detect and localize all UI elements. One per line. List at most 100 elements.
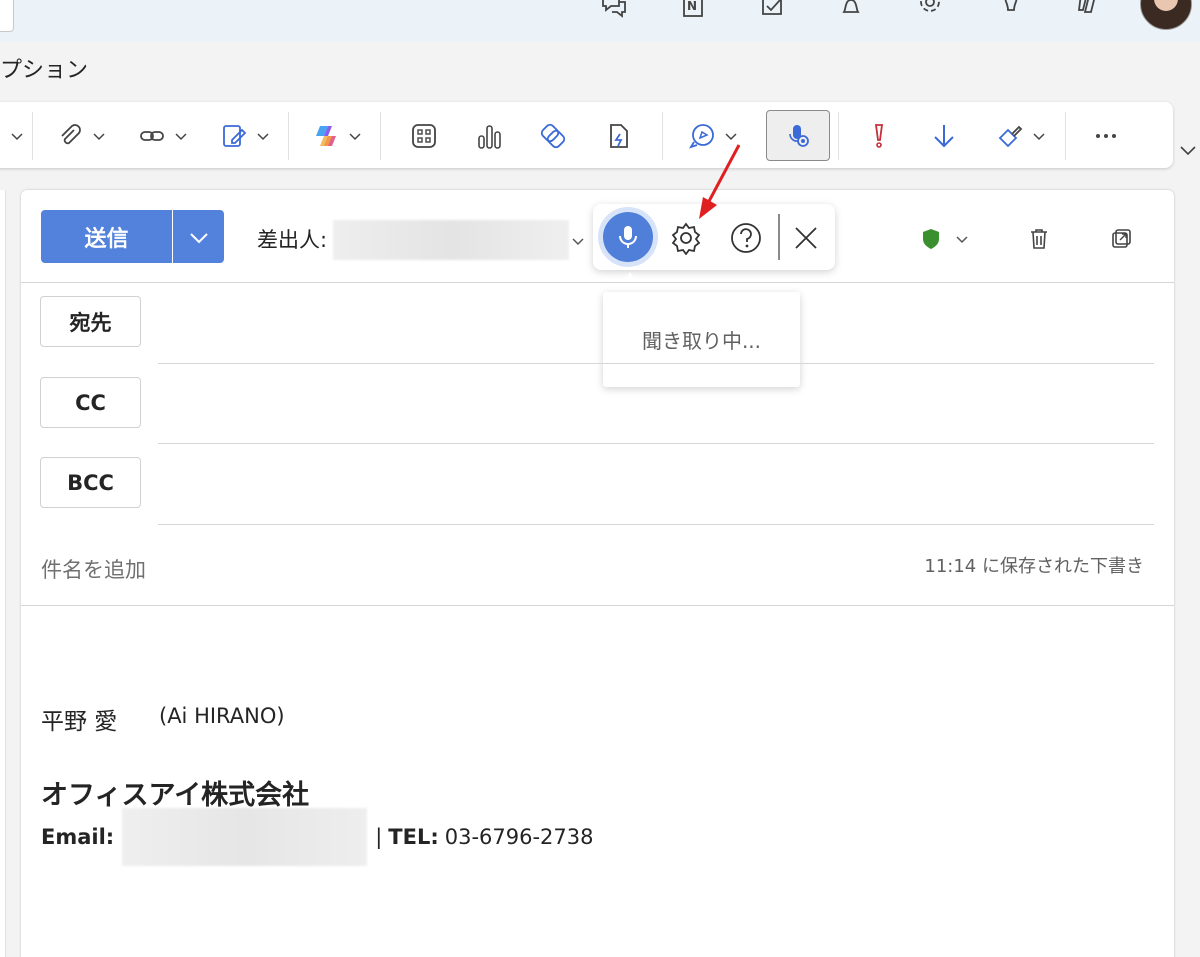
chevron-down-icon: [257, 133, 269, 141]
attach-icon: [61, 124, 81, 145]
pop-out-button[interactable]: [1109, 224, 1133, 254]
format-painter-button[interactable]: [996, 118, 1046, 154]
bcc-field-underline: [158, 524, 1154, 525]
compose-pane: 送信 差出人: 聞き取り中... 宛先 CC BCC 件名を追加 11:14 に…: [21, 190, 1174, 957]
todo-icon[interactable]: [756, 0, 790, 24]
link-icon: [140, 131, 164, 141]
ribbon-divider: [380, 112, 381, 160]
send-button[interactable]: 送信: [41, 210, 172, 263]
search-box[interactable]: [0, 0, 14, 32]
trash-icon: [1031, 229, 1047, 249]
bcc-button[interactable]: BCC: [40, 457, 141, 508]
signature-company: オフィスアイ株式会社: [41, 780, 310, 811]
contact-separator: |: [375, 825, 383, 849]
signature-button[interactable]: [220, 118, 270, 154]
onenote-icon[interactable]: N: [676, 0, 710, 24]
chevron-down-icon: [93, 133, 105, 141]
listening-tooltip: 聞き取り中...: [603, 292, 800, 387]
listening-status: 聞き取り中...: [641, 329, 762, 353]
copilot-icon[interactable]: [1071, 0, 1105, 24]
cc-field-underline: [158, 443, 1154, 444]
sensitivity-button[interactable]: [919, 224, 969, 254]
ribbon-dropdown[interactable]: [2, 118, 24, 154]
bell-icon[interactable]: [834, 0, 868, 24]
to-button[interactable]: 宛先: [40, 296, 141, 347]
chevron-down-icon: [349, 133, 361, 141]
send-button-label: 送信: [84, 226, 129, 252]
loop-button[interactable]: [539, 118, 567, 154]
help-icon: [731, 223, 761, 253]
apps-icon: [412, 124, 436, 148]
more-icon: [1096, 134, 1116, 138]
tel-label: TEL:: [388, 825, 439, 849]
ribbon-divider: [1065, 112, 1066, 160]
gear-icon[interactable]: [913, 0, 947, 24]
bcc-label: BCC: [67, 470, 114, 495]
copilot-button[interactable]: [312, 118, 362, 154]
loop-icon: [540, 123, 566, 149]
dictation-help-button[interactable]: [729, 221, 763, 255]
copilot-icon: [316, 126, 336, 146]
quick-parts-icon: [610, 124, 628, 148]
email-redacted: [122, 808, 368, 866]
to-field-underline: [158, 363, 1154, 364]
header-divider: [21, 282, 1174, 283]
lightbulb-icon[interactable]: [993, 0, 1027, 24]
svg-text:N: N: [687, 0, 697, 13]
tel-number: 03-6796-2738: [444, 825, 594, 849]
low-importance-button[interactable]: [930, 118, 958, 154]
format-painter-icon: [998, 125, 1023, 148]
tab-options[interactable]: プション: [0, 52, 88, 88]
chevron-down-icon: [189, 232, 208, 243]
chevron-down-icon: [956, 236, 968, 244]
message-list-edge: [0, 190, 6, 957]
more-options-button[interactable]: [1092, 118, 1120, 154]
draft-saved-status: 11:14 に保存された下書き: [924, 556, 1144, 577]
close-icon: [795, 227, 817, 249]
feedback-icon[interactable]: [597, 0, 631, 24]
cc-label: CC: [75, 390, 106, 415]
shield-icon: [923, 229, 939, 249]
avatar[interactable]: [1140, 0, 1192, 30]
tab-options-label: プション: [0, 58, 89, 83]
dictation-divider: [778, 214, 780, 260]
top-header: N: [0, 0, 1200, 42]
link-button[interactable]: [138, 118, 188, 154]
quick-parts-button[interactable]: [605, 118, 633, 154]
gear-icon: [671, 222, 701, 255]
from-address-redacted[interactable]: [333, 220, 569, 260]
dictation-mic-button[interactable]: [603, 212, 653, 262]
signature-icon: [223, 125, 247, 147]
attach-button[interactable]: [56, 118, 106, 154]
signature-contact-line: Email: | TEL: 03-6796-2738: [41, 808, 594, 866]
signature-name-roman: (Ai HIRANO): [159, 704, 285, 728]
to-label: 宛先: [69, 310, 112, 335]
cc-button[interactable]: CC: [40, 377, 141, 428]
pop-out-icon: [1112, 229, 1131, 248]
signature-name: 平野 愛: [41, 709, 118, 735]
low-importance-icon: [934, 125, 954, 148]
dictation-settings-button[interactable]: [669, 221, 703, 255]
from-label: 差出人:: [257, 228, 328, 252]
poll-button[interactable]: [476, 118, 504, 154]
chevron-down-icon: [1033, 133, 1045, 141]
chevron-down-icon: [175, 133, 187, 141]
microphone-icon: [619, 226, 637, 248]
dictation-close-button[interactable]: [789, 221, 823, 255]
ribbon-divider: [288, 112, 289, 160]
chevron-down-icon[interactable]: [571, 234, 585, 248]
poll-icon: [478, 125, 501, 149]
dictate-button[interactable]: [766, 110, 830, 161]
high-importance-button[interactable]: [865, 118, 893, 154]
ribbon-divider: [838, 112, 839, 160]
ribbon-expand-icon[interactable]: [1178, 140, 1198, 160]
ribbon-divider: [662, 112, 663, 160]
discard-button[interactable]: [1027, 224, 1051, 254]
apps-button[interactable]: [410, 118, 438, 154]
send-options-button[interactable]: [173, 210, 224, 263]
annotation-arrow-icon: [699, 144, 741, 219]
email-label: Email:: [41, 825, 115, 849]
subject-input[interactable]: 件名を追加: [41, 554, 146, 584]
high-importance-icon: [874, 124, 884, 148]
subject-divider: [21, 605, 1174, 606]
